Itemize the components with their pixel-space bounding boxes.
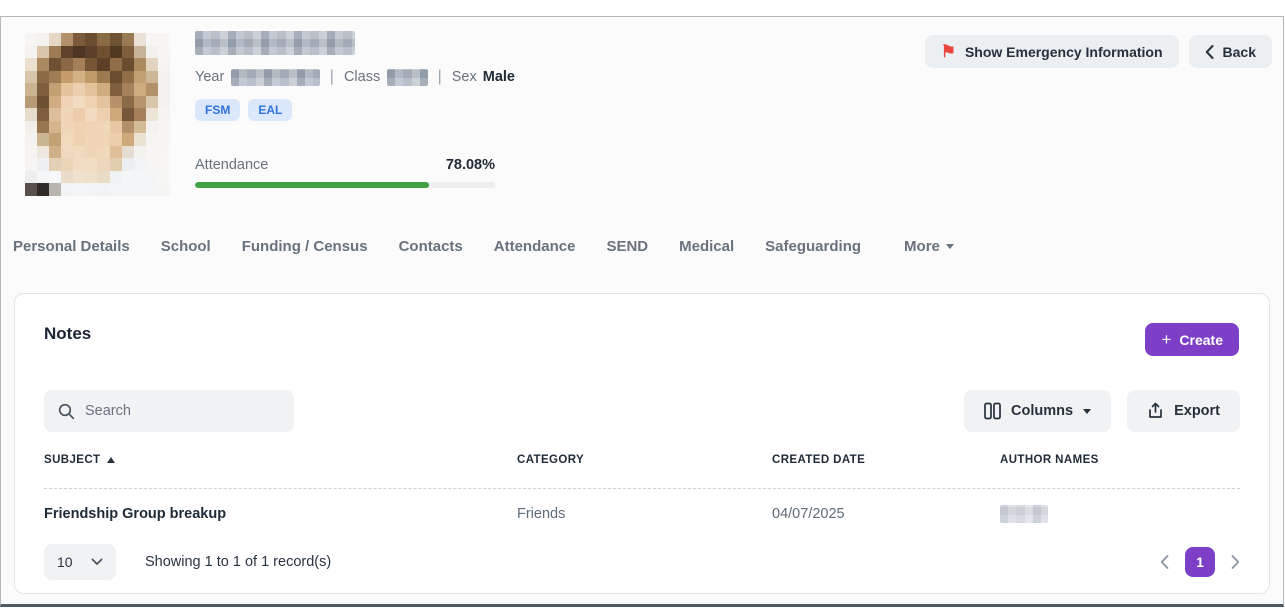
table-divider — [44, 488, 1240, 489]
author-names-header-label: AUTHOR NAMES — [1000, 454, 1099, 466]
page-1-button[interactable]: 1 — [1185, 547, 1215, 577]
sort-ascending-icon — [107, 457, 115, 463]
student-profile-page: Year | Class | Sex Male FSM EAL Attendan… — [0, 16, 1284, 607]
export-icon — [1147, 402, 1164, 420]
student-badges: FSM EAL — [195, 99, 515, 121]
column-header-created-date[interactable]: CREATED DATE — [772, 454, 1000, 466]
export-button-label: Export — [1174, 403, 1220, 419]
columns-button-label: Columns — [1011, 403, 1073, 419]
export-button[interactable]: Export — [1127, 390, 1240, 432]
page-controls: 1 — [1160, 547, 1240, 577]
student-meta-row: Year | Class | Sex Male — [195, 68, 515, 86]
attendance-summary: Attendance 78.08% — [195, 157, 495, 188]
next-page-icon[interactable] — [1231, 555, 1240, 569]
tab-send[interactable]: SEND — [606, 238, 648, 255]
columns-icon — [984, 402, 1001, 420]
sex-value: Male — [483, 69, 515, 85]
create-note-button[interactable]: + Create — [1145, 323, 1239, 356]
show-emergency-information-button[interactable]: ⚑ Show Emergency Information — [925, 35, 1179, 68]
note-category-cell: Friends — [517, 506, 772, 522]
class-label: Class — [344, 69, 380, 85]
notes-panel: Notes + Create Columns Exp — [14, 293, 1270, 594]
meta-separator: | — [330, 68, 334, 86]
tab-contacts[interactable]: Contacts — [399, 238, 463, 255]
emergency-button-label: Show Emergency Information — [965, 44, 1163, 60]
column-header-category[interactable]: CATEGORY — [517, 454, 772, 466]
notes-search — [44, 390, 294, 432]
meta-separator: | — [438, 68, 442, 86]
search-input[interactable] — [85, 403, 280, 419]
table-toolbar: Columns Export — [964, 390, 1240, 432]
flag-icon: ⚑ — [941, 43, 956, 60]
author-name-redacted — [1000, 505, 1048, 523]
chevron-down-icon — [1083, 409, 1091, 414]
search-icon — [58, 403, 75, 420]
year-value-redacted — [231, 69, 319, 86]
attendance-label: Attendance — [195, 157, 268, 173]
tab-more[interactable]: More — [904, 238, 954, 255]
table-row[interactable]: Friendship Group breakup Friends 04/07/2… — [44, 500, 1240, 528]
page-size-select[interactable]: 10 — [44, 544, 116, 580]
year-label: Year — [195, 69, 224, 85]
tab-personal-details[interactable]: Personal Details — [13, 238, 130, 255]
tab-funding-census[interactable]: Funding / Census — [242, 238, 368, 255]
fsm-badge: FSM — [195, 99, 240, 121]
previous-page-icon[interactable] — [1160, 555, 1169, 569]
chevron-down-icon — [946, 244, 954, 249]
tab-safeguarding[interactable]: Safeguarding — [765, 238, 861, 255]
records-summary: Showing 1 to 1 of 1 record(s) — [145, 554, 331, 570]
profile-tab-bar: Personal Details School Funding / Census… — [13, 238, 954, 255]
plus-icon: + — [1161, 331, 1171, 348]
eal-badge: EAL — [248, 99, 292, 121]
attendance-bar-fill — [195, 182, 429, 188]
pagination-bar: 10 Showing 1 to 1 of 1 record(s) 1 — [44, 544, 1240, 580]
create-button-label: Create — [1179, 332, 1223, 348]
category-header-label: CATEGORY — [517, 454, 584, 466]
more-tab-label: More — [904, 238, 940, 255]
page-size-value: 10 — [57, 554, 73, 570]
note-created-date-cell: 04/07/2025 — [772, 506, 1000, 522]
chevron-left-icon — [1205, 45, 1214, 59]
created-date-header-label: CREATED DATE — [772, 454, 865, 466]
header-actions: ⚑ Show Emergency Information Back — [925, 35, 1272, 68]
chevron-down-icon — [91, 558, 103, 566]
note-subject-cell[interactable]: Friendship Group breakup — [44, 506, 517, 522]
table-header-row: SUBJECT CATEGORY CREATED DATE AUTHOR NAM… — [44, 454, 1240, 466]
tab-attendance[interactable]: Attendance — [494, 238, 576, 255]
note-author-cell — [1000, 505, 1240, 523]
sex-label: Sex — [452, 69, 477, 85]
attendance-value: 78.08% — [446, 157, 495, 173]
student-name-redacted — [195, 31, 355, 55]
subject-header-label: SUBJECT — [44, 454, 100, 466]
student-header-info: Year | Class | Sex Male FSM EAL Attendan… — [195, 31, 515, 188]
notes-title: Notes — [44, 324, 91, 344]
tab-school[interactable]: School — [161, 238, 211, 255]
student-photo — [25, 33, 170, 196]
columns-button[interactable]: Columns — [964, 390, 1111, 432]
column-header-subject[interactable]: SUBJECT — [44, 454, 517, 466]
back-button[interactable]: Back — [1189, 35, 1272, 68]
class-value-redacted — [387, 69, 427, 86]
back-button-label: Back — [1223, 44, 1256, 60]
attendance-progress-track — [195, 182, 495, 188]
tab-medical[interactable]: Medical — [679, 238, 734, 255]
column-header-author-names[interactable]: AUTHOR NAMES — [1000, 454, 1240, 466]
